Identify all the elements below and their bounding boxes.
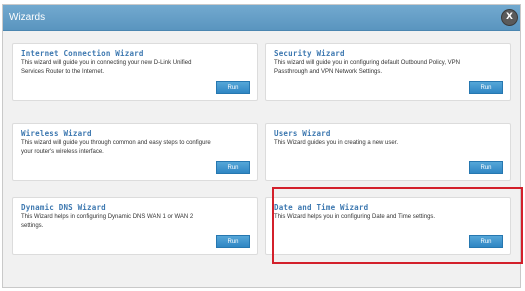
window-titlebar: Wizards: [3, 5, 520, 31]
card-title: Internet Connection Wizard: [21, 49, 144, 58]
card-description: This Wizard helps in configuring Dynamic…: [21, 214, 194, 229]
run-users-wizard-button[interactable]: Run: [469, 161, 503, 174]
highlight-box: [272, 187, 523, 264]
run-dynamic-dns-wizard-button[interactable]: Run: [216, 235, 250, 248]
card-wireless-wizard: Wireless Wizard This wizard will guide y…: [12, 123, 258, 181]
run-wireless-wizard-button[interactable]: Run: [216, 161, 250, 174]
card-description: This wizard will guide you in connecting…: [21, 60, 192, 75]
close-icon[interactable]: X: [502, 10, 517, 25]
run-security-wizard-button[interactable]: Run: [469, 81, 503, 94]
card-internet-connection-wizard: Internet Connection Wizard This wizard w…: [12, 43, 258, 101]
card-dynamic-dns-wizard: Dynamic DNS Wizard This Wizard helps in …: [12, 197, 258, 255]
card-description: This Wizard guides you in creating a new…: [274, 140, 399, 146]
card-title: Security Wizard: [274, 49, 345, 58]
card-description: This wizard will guide you through commo…: [21, 140, 211, 155]
card-title: Wireless Wizard: [21, 129, 92, 138]
card-description: This wizard will guide you in configurin…: [274, 60, 460, 75]
card-security-wizard: Security Wizard This wizard will guide y…: [265, 43, 511, 101]
card-users-wizard: Users Wizard This Wizard guides you in c…: [265, 123, 511, 181]
card-title: Dynamic DNS Wizard: [21, 203, 106, 212]
run-internet-connection-wizard-button[interactable]: Run: [216, 81, 250, 94]
window-title: Wizards: [9, 12, 46, 23]
card-title: Users Wizard: [274, 129, 331, 138]
